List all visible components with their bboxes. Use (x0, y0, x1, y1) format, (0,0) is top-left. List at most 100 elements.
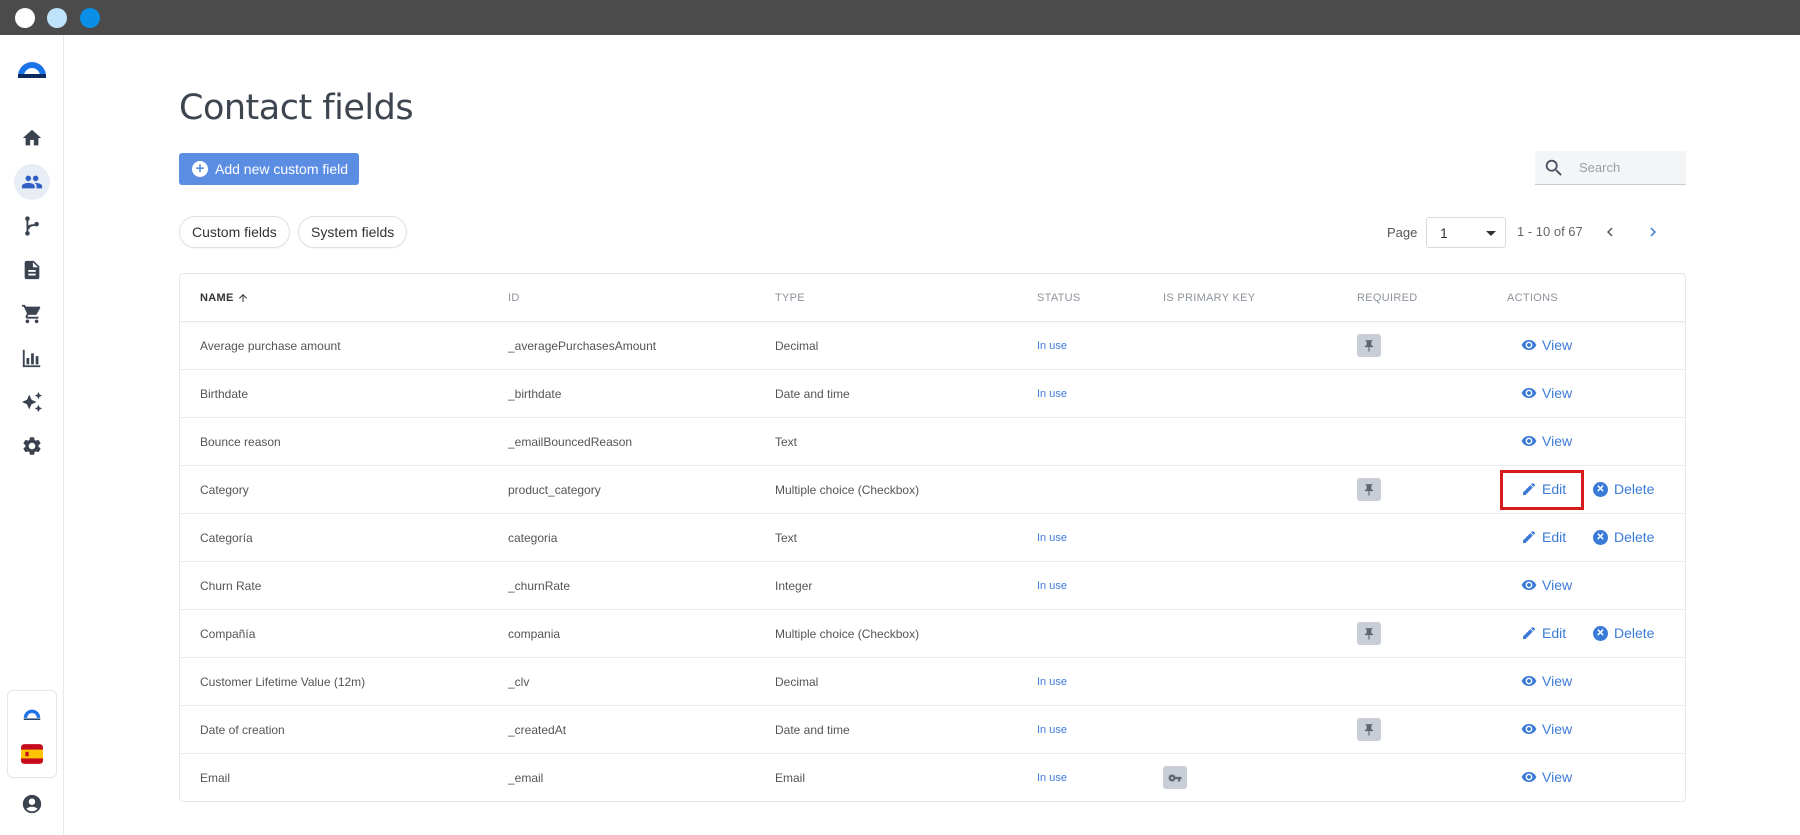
field-id: _averagePurchasesAmount (508, 339, 657, 353)
field-name: Birthdate (200, 387, 249, 401)
status-badge: In use (1037, 580, 1067, 592)
field-name: Compañía (200, 627, 256, 641)
field-id: categoria (508, 531, 558, 545)
table-row: Birthdate _birthdate Date and time In use Vi… (180, 370, 1685, 418)
delete-button[interactable]: ✕ Delete (1593, 529, 1654, 545)
next-page-button[interactable] (1643, 222, 1663, 242)
column-header-name[interactable]: NAME (200, 292, 249, 304)
status-badge: In use (1037, 676, 1067, 688)
eye-icon (1521, 337, 1542, 353)
field-type: Date and time (775, 387, 850, 401)
search-box (1535, 151, 1686, 185)
home-icon[interactable] (14, 120, 50, 156)
field-type: Decimal (775, 675, 819, 689)
brand-mini-logo-icon[interactable] (14, 695, 50, 731)
pin-icon (1357, 718, 1381, 741)
arrow-up-icon (238, 294, 247, 302)
close-circle-icon: ✕ (1593, 625, 1608, 641)
key-icon (1163, 766, 1187, 789)
field-name: Date of creation (200, 723, 285, 737)
gear-icon[interactable] (14, 428, 50, 464)
close-circle-icon: ✕ (1593, 529, 1608, 545)
add-custom-field-button[interactable]: + Add new custom field (179, 153, 359, 185)
eye-icon (1521, 673, 1542, 689)
column-header-type: TYPE (775, 292, 805, 304)
column-header-primary-key: IS PRIMARY KEY (1163, 292, 1256, 304)
window-close-dot[interactable] (15, 8, 35, 28)
field-id: _clv (508, 675, 530, 689)
field-id: _email (508, 771, 544, 785)
delete-button[interactable]: ✕ Delete (1593, 481, 1654, 497)
view-button[interactable]: View (1521, 673, 1572, 689)
view-button[interactable]: View (1521, 721, 1572, 737)
table-row: Email _email Email In use View (180, 754, 1685, 801)
document-icon[interactable] (14, 252, 50, 288)
view-button[interactable]: View (1521, 385, 1572, 401)
view-button[interactable]: View (1521, 433, 1572, 449)
field-id: product_category (508, 483, 601, 497)
eye-icon (1521, 577, 1542, 593)
chevron-left-icon (1607, 227, 1613, 237)
table-row: Categoría categoria Text In use Edit ✕ Delete (180, 514, 1685, 562)
previous-page-button[interactable] (1600, 222, 1620, 242)
pagination-label: Page (1387, 225, 1418, 240)
page-select-value: 1 (1440, 224, 1448, 241)
delete-button[interactable]: ✕ Delete (1593, 625, 1654, 641)
edit-button[interactable]: Edit (1521, 625, 1566, 641)
view-button[interactable]: View (1521, 577, 1572, 593)
table-row: Churn Rate _churnRate Integer In use View (180, 562, 1685, 610)
cart-icon[interactable] (14, 296, 50, 332)
field-id: _birthdate (508, 387, 562, 401)
field-name: Categoría (200, 531, 253, 545)
sparkle-icon[interactable] (14, 384, 50, 420)
window-titlebar (0, 0, 1800, 35)
edit-button[interactable]: Edit (1521, 529, 1566, 545)
view-button[interactable]: View (1521, 337, 1572, 353)
status-badge: In use (1037, 772, 1067, 784)
pin-icon (1357, 334, 1381, 357)
field-name: Bounce reason (200, 435, 281, 449)
field-name: Churn Rate (200, 579, 262, 593)
field-type: Email (775, 771, 806, 785)
page-select[interactable]: 1 (1426, 217, 1506, 248)
field-name: Customer Lifetime Value (12m) (200, 675, 366, 689)
window-minimize-dot[interactable] (47, 8, 67, 28)
close-circle-icon: ✕ (1593, 481, 1608, 497)
field-id: _emailBouncedReason (508, 435, 633, 449)
field-type: Text (775, 531, 798, 545)
table-header: NAME ID TYPE STATUS IS PRIMARY KEY REQUI… (180, 274, 1685, 322)
user-circle-icon[interactable] (14, 786, 50, 822)
field-type: Integer (775, 579, 813, 593)
branch-icon[interactable] (14, 208, 50, 244)
brand-logo-icon[interactable] (14, 49, 50, 85)
plus-circle-icon: + (192, 161, 208, 177)
search-input[interactable] (1579, 160, 1679, 175)
status-badge: In use (1037, 532, 1067, 544)
field-name: Category (200, 483, 249, 497)
status-badge: In use (1037, 340, 1067, 352)
field-type: Multiple choice (Checkbox) (775, 483, 920, 497)
field-id: _createdAt (508, 723, 567, 737)
tab-system-fields[interactable]: System fields (298, 216, 408, 248)
spain-flag-icon[interactable] (14, 736, 50, 772)
field-type: Decimal (775, 339, 819, 353)
highlight-box (1500, 470, 1584, 510)
page-title: Contact fields (179, 88, 414, 128)
bar-chart-icon[interactable] (14, 340, 50, 376)
field-id: _churnRate (508, 579, 571, 593)
eye-icon (1521, 385, 1542, 401)
pencil-icon (1521, 625, 1542, 641)
field-name: Average purchase amount (200, 339, 341, 353)
view-button[interactable]: View (1521, 769, 1572, 785)
table-row: Compañía compania Multiple choice (Checkbo… (180, 610, 1685, 658)
contact-fields-table: NAME ID TYPE STATUS IS PRIMARY KEY REQUI… (179, 273, 1686, 802)
tab-custom-fields[interactable]: Custom fields (179, 216, 290, 248)
people-icon[interactable] (14, 164, 50, 200)
field-type: Date and time (775, 723, 850, 737)
window-maximize-dot[interactable] (80, 8, 100, 28)
field-id: compania (508, 627, 561, 641)
eye-icon (1521, 721, 1542, 737)
chevron-right-icon (1650, 227, 1656, 237)
field-name: Email (200, 771, 231, 785)
field-type: Text (775, 435, 798, 449)
